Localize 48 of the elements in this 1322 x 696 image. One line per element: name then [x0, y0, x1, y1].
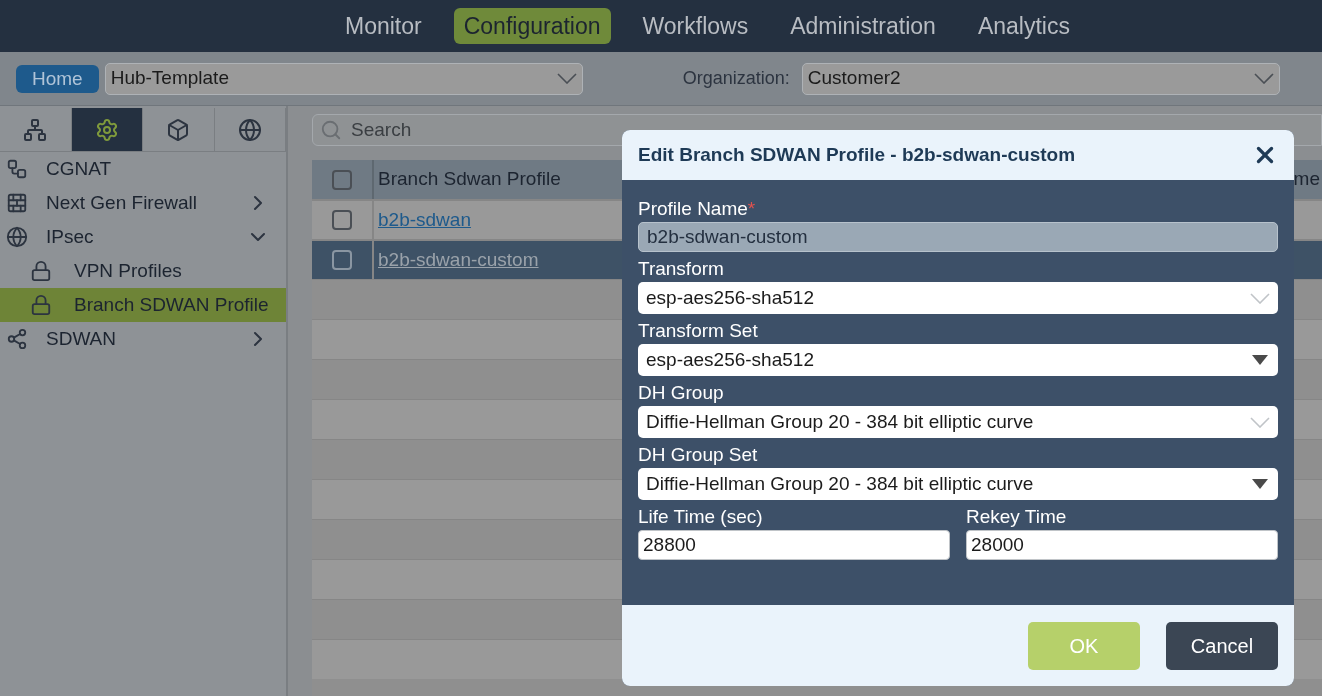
sidebar-item[interactable]: SDWAN [0, 322, 286, 356]
checkbox[interactable] [332, 169, 352, 190]
nav-tab[interactable]: Monitor [335, 7, 432, 45]
chevron-icon [1250, 416, 1270, 428]
nav-tab[interactable]: Workflows [632, 7, 759, 45]
nav-tab[interactable]: Analytics [967, 7, 1080, 45]
input-field[interactable]: 28000 [966, 530, 1278, 560]
checkbox[interactable] [332, 210, 352, 230]
field-label: Rekey Time [966, 505, 1068, 529]
sidebar-item[interactable]: VPN Profiles [0, 254, 286, 288]
network-icon [23, 117, 48, 142]
field-label: DH Group Set [638, 443, 759, 467]
sidebar-item[interactable]: CGNAT [0, 152, 286, 186]
field-label: DH Group [638, 381, 725, 405]
dropdown-field[interactable]: Diffie-Hellman Group 20 - 384 bit elliptic curve [638, 468, 1278, 500]
column-header: me [1293, 167, 1321, 192]
lock-icon [30, 260, 52, 282]
template-select[interactable]: Hub-Template [104, 62, 583, 95]
sidebar-tab[interactable] [71, 108, 143, 151]
chevron-icon [1253, 73, 1274, 84]
cancel-button[interactable]: Cancel [1166, 621, 1278, 670]
nav-tab[interactable]: Administration [780, 7, 946, 45]
organization-label: Organization: [682, 67, 790, 90]
field-label: Profile Name* [638, 197, 757, 221]
gear-icon [94, 117, 119, 142]
caret-icon [1252, 355, 1268, 365]
input-field[interactable]: 28800 [638, 530, 950, 560]
profile-link[interactable]: b2b-sdwan-custom [378, 245, 539, 275]
dropdown-field[interactable]: esp-aes256-sha512 [638, 282, 1278, 314]
cube-icon [166, 117, 191, 142]
input-field[interactable]: b2b-sdwan-custom [638, 222, 1278, 252]
checkbox[interactable] [332, 250, 352, 270]
field-label: Life Time (sec) [638, 505, 764, 529]
field-label: Transform Set [638, 319, 759, 343]
dropdown-field[interactable]: esp-aes256-sha512 [638, 344, 1278, 376]
globe-icon [237, 117, 262, 142]
organization-select[interactable]: Customer2 [801, 62, 1280, 95]
dropdown-field[interactable]: Diffie-Hellman Group 20 - 384 bit elliptic curve [638, 406, 1278, 438]
lock-icon [30, 294, 52, 316]
search-icon [320, 119, 342, 141]
chevron-icon [556, 73, 577, 84]
sidebar-item[interactable]: IPsec [0, 220, 286, 254]
field-label: Transform [638, 257, 725, 281]
nav-tab[interactable]: Configuration [453, 7, 611, 45]
chevron-icon [1250, 292, 1270, 304]
home-button[interactable]: Home [16, 64, 99, 93]
sidebar-item[interactable]: Branch SDWAN Profile [0, 288, 286, 322]
sidebar-item[interactable]: Next Gen Firewall [0, 186, 286, 220]
